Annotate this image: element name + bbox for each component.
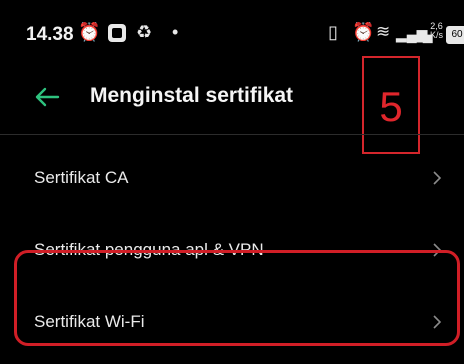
alarm-status-icon: ⏰ <box>352 22 375 42</box>
alarm-icon: ⏰ <box>78 22 101 42</box>
speed-unit: K/s <box>430 30 444 40</box>
network-speed: 2,6 K/s <box>430 22 443 40</box>
wifi-icon: ≋ <box>376 22 391 41</box>
more-notifications-icon: • <box>172 22 179 42</box>
status-bar: 14.38 ⏰ ♻ • ▯ ⏰ ≋ ▂▄▆ ▂▄ 2,6 K/s 60 <box>0 0 464 60</box>
status-time: 14.38 <box>26 24 74 45</box>
battery-icon: 60 <box>446 26 464 44</box>
back-arrow-icon[interactable] <box>32 82 62 112</box>
list-item-ca-certificate[interactable]: Sertifikat CA <box>0 144 464 214</box>
divider <box>0 134 464 135</box>
vibrate-icon: ▯ <box>328 22 338 42</box>
chevron-right-icon <box>433 171 442 185</box>
list-item-label: Sertifikat CA <box>34 168 129 187</box>
sync-icon: ♻ <box>136 22 153 42</box>
app-notification-icon <box>108 24 126 42</box>
highlight-box <box>14 250 460 346</box>
step-annotation: 5 <box>362 56 420 154</box>
page-title: Menginstal sertifikat <box>90 84 294 107</box>
